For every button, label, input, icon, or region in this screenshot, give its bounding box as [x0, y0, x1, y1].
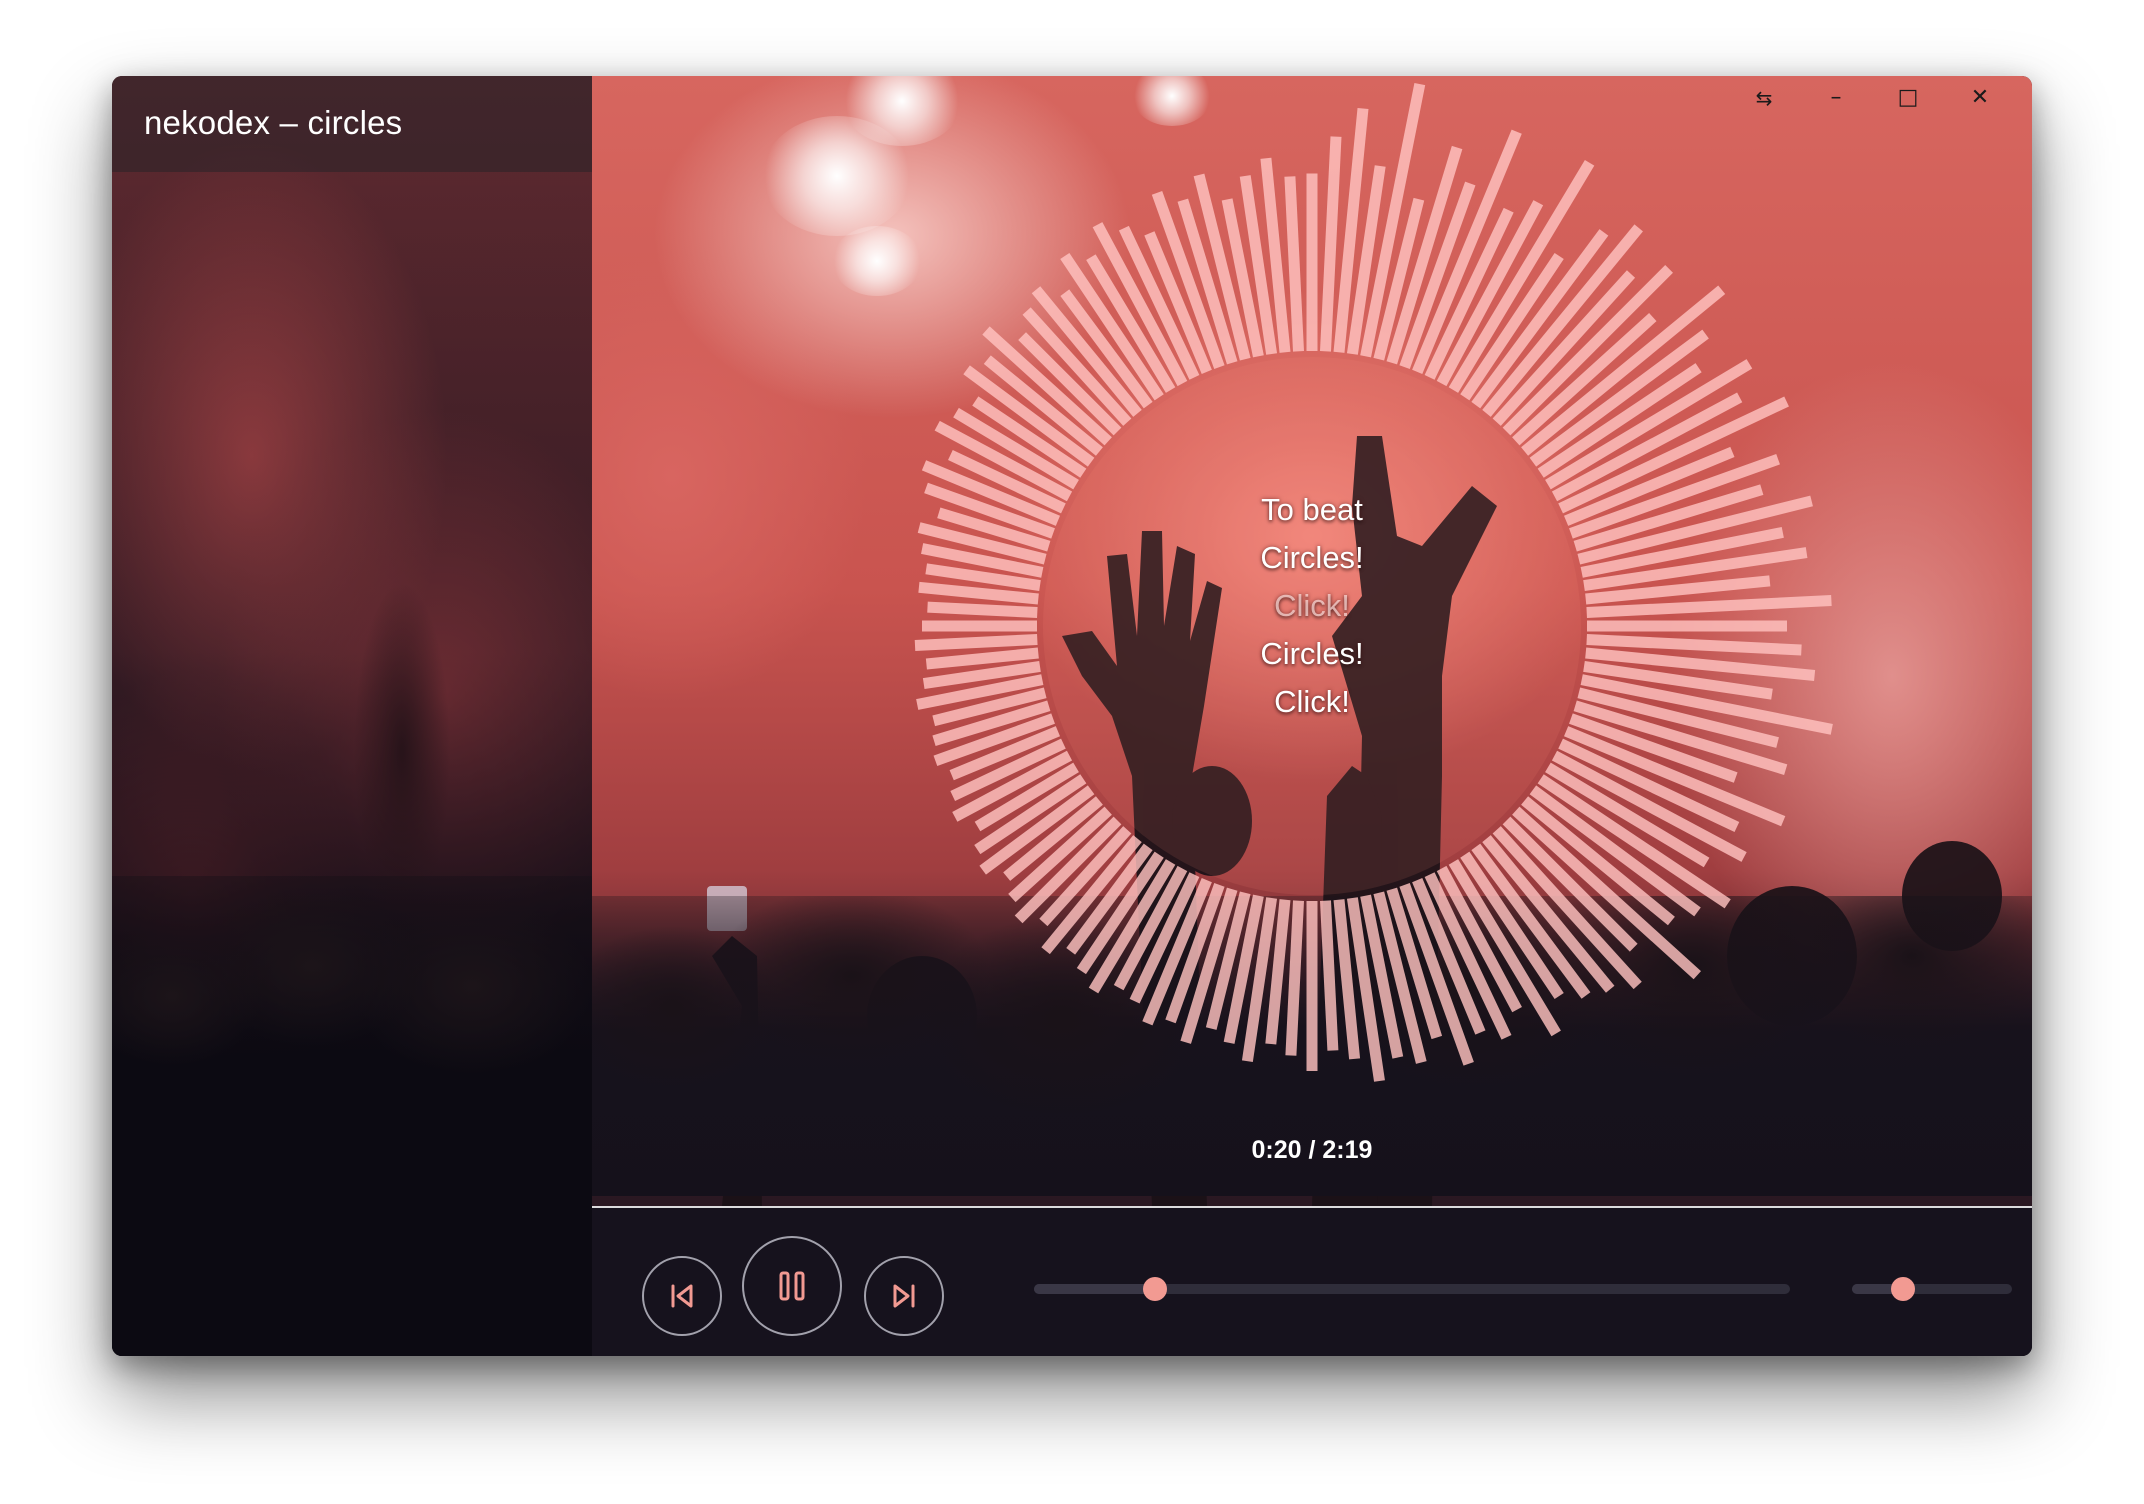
pause-button[interactable] [742, 1236, 842, 1336]
seek-slider-knob[interactable] [1142, 1277, 1167, 1301]
visualizer-bar [927, 601, 1038, 618]
lyric-line: Circles! [1260, 636, 1364, 671]
previous-button[interactable] [642, 1256, 722, 1336]
visualizer-bar [1586, 595, 1832, 618]
lyric-line: Circles! [1260, 540, 1364, 575]
lyric-line: To beat [1261, 492, 1363, 527]
sidebar-background-crowd [112, 876, 592, 1356]
close-button[interactable]: ✕ [1944, 78, 2016, 118]
volume-slider-knob[interactable] [1891, 1277, 1916, 1301]
lyric-line: Click! [1274, 684, 1350, 719]
visualizer-bar [925, 647, 1039, 670]
swap-icon[interactable]: ⇆ [1728, 78, 1800, 118]
skip-previous-icon [671, 1284, 693, 1308]
visualizer-bar [1320, 136, 1342, 352]
player-window: nekodex – circles To beat Circles! Click… [112, 76, 2032, 1356]
visualizer-bar [1320, 900, 1339, 1051]
minimize-button[interactable]: – [1800, 78, 1872, 118]
window-title: nekodex – circles [144, 104, 403, 141]
time-readout: 0:20 / 2:19 [1251, 1136, 1373, 1164]
visualizer-area: To beat Circles! Click! Circles! Click! … [592, 76, 2032, 1356]
lyrics-display: To beat Circles! Click! Circles! Click! [1212, 486, 1412, 726]
visualizer-bar [1285, 900, 1304, 1056]
playback-control-bar [592, 1206, 2032, 1356]
seek-slider-fill [1034, 1284, 1155, 1294]
visualizer-bar [914, 634, 1038, 651]
visualizer-bar [1586, 634, 1802, 656]
seek-slider[interactable] [1034, 1277, 1790, 1301]
maximize-button[interactable]: □ [1872, 78, 1944, 118]
skip-next-icon [893, 1284, 915, 1308]
visualizer-bar [918, 581, 1039, 605]
visualizer-bar [1284, 176, 1304, 352]
sidebar: nekodex – circles [112, 76, 592, 1356]
lyric-line-active: Click! [1274, 588, 1350, 623]
sidebar-title-bar: nekodex – circles [112, 76, 592, 172]
volume-slider[interactable] [1852, 1277, 2012, 1301]
next-button[interactable] [864, 1256, 944, 1336]
pause-icon [779, 1271, 805, 1301]
